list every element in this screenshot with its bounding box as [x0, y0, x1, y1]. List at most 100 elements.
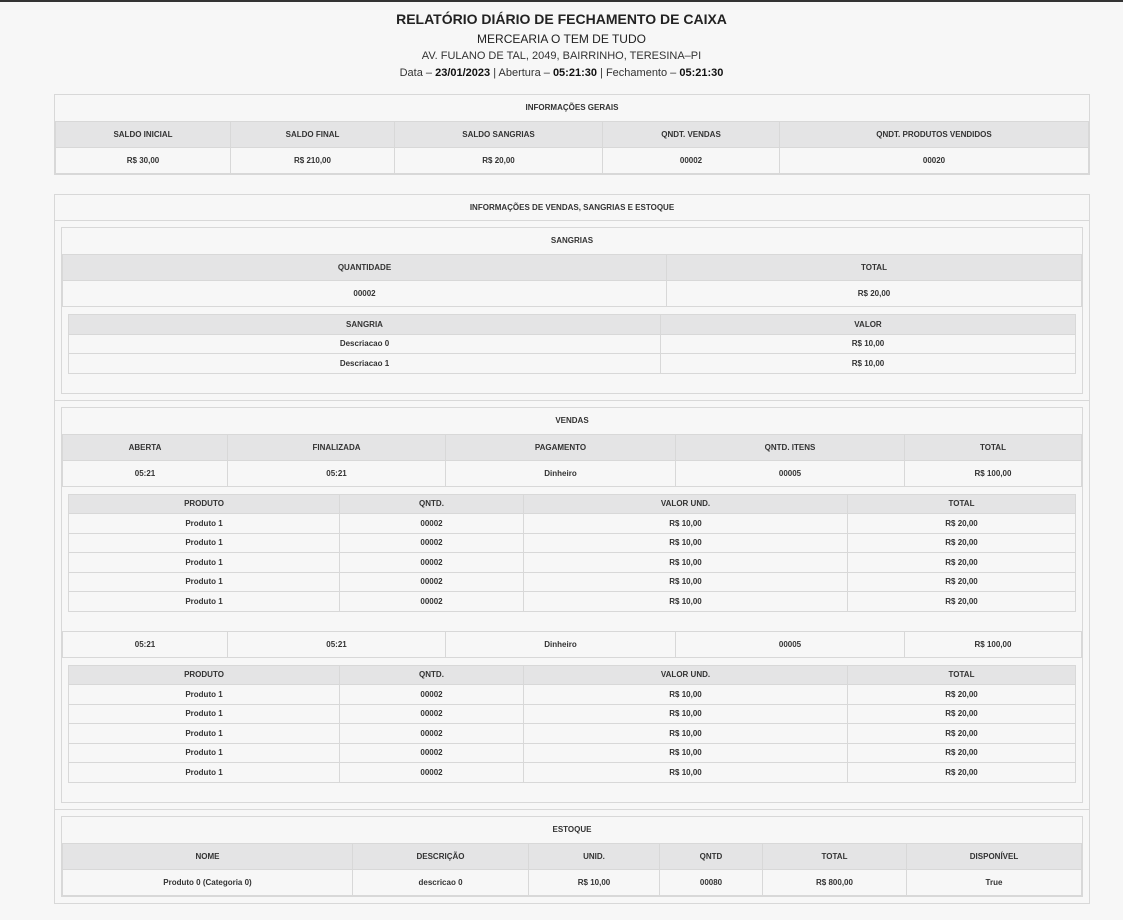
sale-open-time: 05:21 [62, 459, 228, 487]
table-row: Produto 1 00002 R$ 10,00 R$ 20,00 [68, 552, 1076, 573]
estoque-table: NOME DESCRIÇÃO UNID. QNTD TOTAL DISPONÍV… [62, 842, 1082, 896]
estoque-header-cell: DISPONÍVEL [906, 842, 1082, 870]
product-qty: 00002 [339, 723, 524, 744]
general-info-box: INFORMAÇÕES GERAIS SALDO INICIAL SALDO F… [54, 94, 1090, 175]
vendas-header-cell: ABERTA [62, 433, 228, 461]
table-row: Descriacao 1 R$ 10,00 [68, 353, 1076, 374]
product-unit-value: R$ 10,00 [523, 532, 848, 553]
general-header-cell: QNDT. PRODUTOS VENDIDOS [779, 121, 1089, 148]
general-info-section: INFORMAÇÕES GERAIS SALDO INICIAL SALDO F… [54, 94, 1090, 175]
details-caption: INFORMAÇÕES DE VENDAS, SANGRIAS E ESTOQU… [55, 195, 1089, 221]
sale-payment: Dinheiro [445, 630, 676, 658]
sale-products-wrapper: PRODUTO QNTD. VALOR UND. TOTAL Produto 1… [62, 487, 1082, 631]
estoque-available: True [906, 868, 1082, 896]
product-qty: 00002 [339, 684, 524, 705]
estoque-wrapper: ESTOQUE NOME DESCRIÇÃO UNID. QNTD TOTAL … [55, 810, 1089, 903]
product-total: R$ 20,00 [847, 723, 1076, 744]
sangria-value: R$ 10,00 [660, 353, 1076, 374]
report-header: RELATÓRIO DIÁRIO DE FECHAMENTO DE CAIXA … [0, 2, 1123, 81]
general-header-cell: SALDO SANGRIAS [394, 121, 603, 148]
sale-products-table: PRODUTO QNTD. VALOR UND. TOTAL Produto 1… [68, 493, 1076, 612]
product-name: Produto 1 [68, 742, 340, 763]
table-row: Produto 1 00002 R$ 10,00 R$ 20,00 [68, 742, 1076, 763]
general-header-cell: SALDO INICIAL [55, 121, 231, 148]
product-unit-value: R$ 10,00 [523, 552, 848, 573]
details-section: INFORMAÇÕES DE VENDAS, SANGRIAS E ESTOQU… [54, 194, 1090, 904]
sale-row: 05:21 05:21 Dinheiro 00005 R$ 100,00 [62, 459, 1082, 487]
sale-products-table: PRODUTO QNTD. VALOR UND. TOTAL Produto 1… [68, 664, 1076, 783]
product-qty: 00002 [339, 552, 524, 573]
product-name: Produto 1 [68, 703, 340, 724]
product-name: Produto 1 [68, 513, 340, 534]
product-unit-value: R$ 10,00 [523, 742, 848, 763]
product-unit-value: R$ 10,00 [523, 762, 848, 783]
sale-payment: Dinheiro [445, 459, 676, 487]
product-qty: 00002 [339, 532, 524, 553]
table-row: Produto 1 00002 R$ 10,00 R$ 20,00 [68, 513, 1076, 534]
product-total: R$ 20,00 [847, 552, 1076, 573]
vendas-sale2-table: 05:21 05:21 Dinheiro 00005 R$ 100,00 [62, 630, 1082, 658]
product-total: R$ 20,00 [847, 684, 1076, 705]
sale-open-time: 05:21 [62, 630, 228, 658]
sangrias-wrapper: SANGRIAS QUANTIDADE TOTAL 00002 R$ 20,00 [55, 221, 1089, 401]
product-total: R$ 20,00 [847, 513, 1076, 534]
vendas-header-table: ABERTA FINALIZADA PAGAMENTO QNTD. ITENS … [62, 433, 1082, 487]
sangrias-caption: SANGRIAS [550, 236, 594, 245]
product-name: Produto 1 [68, 762, 340, 783]
product-total: R$ 20,00 [847, 742, 1076, 763]
product-unit-value: R$ 10,00 [523, 591, 848, 612]
estoque-description: descricao 0 [352, 868, 529, 896]
product-header-cell: VALOR UND. [523, 664, 848, 685]
product-total: R$ 20,00 [847, 703, 1076, 724]
product-unit-value: R$ 10,00 [523, 684, 848, 705]
sangrias-box: SANGRIAS QUANTIDADE TOTAL 00002 R$ 20,00 [61, 227, 1083, 394]
product-total: R$ 20,00 [847, 532, 1076, 553]
table-row: Produto 1 00002 R$ 10,00 R$ 20,00 [68, 571, 1076, 592]
product-qty: 00002 [339, 742, 524, 763]
estoque-header-cell: QNTD [659, 842, 763, 870]
product-name: Produto 1 [68, 571, 340, 592]
product-qty: 00002 [339, 571, 524, 592]
table-row: Produto 1 00002 R$ 10,00 R$ 20,00 [68, 532, 1076, 553]
product-header-cell: QNTD. [339, 664, 524, 685]
qndt-produtos-value: 00020 [779, 147, 1089, 174]
report-title: RELATÓRIO DIÁRIO DE FECHAMENTO DE CAIXA [396, 11, 727, 27]
sale-items-count: 00005 [675, 630, 905, 658]
store-address: AV. FULANO DE TAL, 2049, BAIRRINHO, TERE… [421, 50, 702, 62]
product-unit-value: R$ 10,00 [523, 723, 848, 744]
sangrias-items-table: SANGRIA VALOR Descriacao 0 R$ 10,00 Desc… [68, 314, 1076, 374]
vendas-caption: VENDAS [555, 415, 589, 425]
general-info-table: SALDO INICIAL SALDO FINAL SALDO SANGRIAS… [55, 121, 1089, 174]
product-header-cell: PRODUTO [68, 493, 340, 514]
report-date-line: Data – 23/01/2023 | Abertura – 05:21:30 … [0, 65, 1123, 81]
table-row: Produto 1 00002 R$ 10,00 R$ 20,00 [68, 591, 1076, 612]
general-header-cell: SALDO FINAL [230, 121, 395, 148]
qndt-vendas-value: 00002 [602, 147, 780, 174]
vendas-header-cell: QNTD. ITENS [675, 433, 905, 461]
saldo-final-value: R$ 210,00 [230, 147, 395, 174]
sangria-item-header: VALOR [660, 314, 1076, 335]
sangrias-quantity: 00002 [62, 280, 667, 307]
sangria-description: Descriacao 0 [68, 333, 661, 354]
sangrias-total: R$ 20,00 [666, 280, 1082, 307]
estoque-name: Produto 0 (Categoria 0) [62, 868, 353, 896]
vendas-header-cell: FINALIZADA [227, 433, 446, 461]
sale-close-time: 05:21 [227, 630, 446, 658]
table-row: Produto 1 00002 R$ 10,00 R$ 20,00 [68, 723, 1076, 744]
report-date: 23/01/2023 [435, 67, 491, 79]
estoque-header-cell: NOME [62, 842, 353, 870]
estoque-unit: R$ 10,00 [528, 868, 660, 896]
estoque-header-cell: TOTAL [762, 842, 907, 870]
store-name: MERCEARIA O TEM DE TUDO [477, 32, 646, 46]
vendas-box: VENDAS ABERTA FINALIZADA PAGAMENTO QNTD.… [61, 406, 1083, 803]
details-box: INFORMAÇÕES DE VENDAS, SANGRIAS E ESTOQU… [54, 194, 1090, 904]
product-total: R$ 20,00 [847, 591, 1076, 612]
table-row: Produto 1 00002 R$ 10,00 R$ 20,00 [68, 703, 1076, 724]
sangrias-header-cell: TOTAL [666, 254, 1082, 281]
product-name: Produto 1 [68, 723, 340, 744]
date-label: Data – [399, 67, 433, 79]
open-label: | Abertura – [493, 67, 550, 79]
close-time: 05:21:30 [679, 67, 724, 79]
product-header-cell: PRODUTO [68, 664, 340, 685]
sangrias-header-cell: QUANTIDADE [62, 254, 667, 281]
